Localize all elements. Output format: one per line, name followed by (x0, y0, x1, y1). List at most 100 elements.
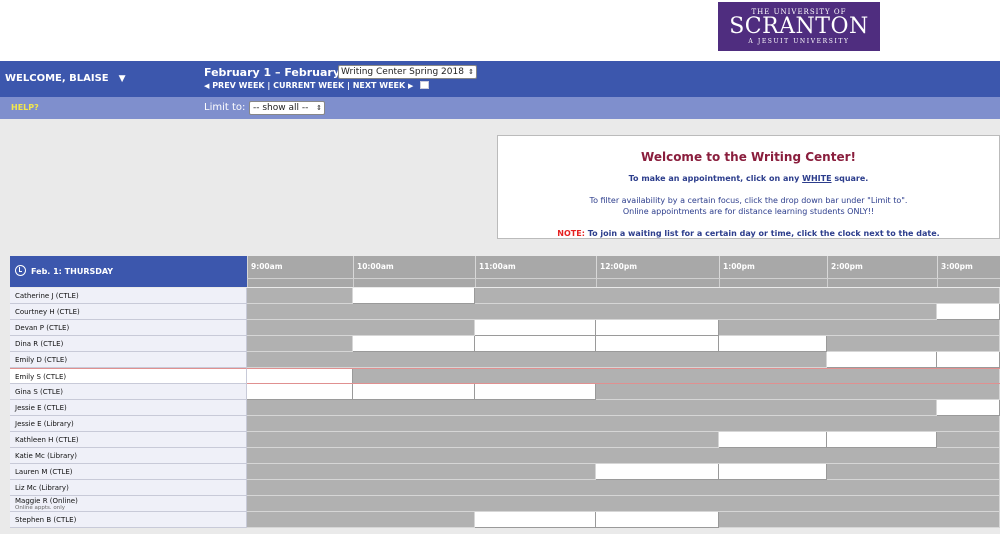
select-arrows-icon: ⇕ (468, 68, 474, 76)
booked-slot (827, 320, 937, 336)
day-label: Feb. 1: THURSDAY (31, 267, 114, 276)
open-slot[interactable] (353, 336, 475, 352)
open-slot[interactable] (937, 352, 1000, 368)
booked-slot (937, 336, 1000, 352)
current-week-link[interactable]: CURRENT WEEK (273, 81, 344, 90)
open-slot[interactable] (596, 336, 719, 352)
open-slot[interactable] (719, 464, 827, 480)
help-link[interactable]: HELP? (11, 103, 39, 112)
day-header: Feb. 1: THURSDAY (10, 256, 247, 287)
booked-slot (475, 480, 596, 496)
booked-slot (719, 304, 827, 320)
row-highlight-line (247, 368, 1000, 369)
booked-slot (719, 352, 827, 368)
logo-line-3: A JESUIT UNIVERSITY (748, 38, 850, 45)
open-slot[interactable] (827, 432, 937, 448)
booked-slot (247, 304, 353, 320)
table-row: Emily S (CTLE) (10, 368, 1000, 384)
booked-slot (937, 464, 1000, 480)
booked-slot (827, 384, 937, 400)
time-header: 11:00am (475, 256, 596, 278)
time-header: 9:00am (247, 256, 353, 278)
tutor-name-text: Liz Mc (Library) (15, 484, 69, 492)
booked-slot (353, 432, 475, 448)
welcome-box: Welcome to the Writing Center! To make a… (497, 135, 1000, 239)
time-header: 1:00pm (719, 256, 827, 278)
schedule-select[interactable]: Writing Center Spring 2018 ⇕ (338, 65, 477, 79)
open-slot[interactable] (596, 512, 719, 528)
table-row: Lauren M (CTLE) (10, 464, 1000, 480)
open-slot[interactable] (353, 288, 475, 304)
time-header: 2:00pm (827, 256, 937, 278)
booked-slot (596, 480, 719, 496)
booked-slot (596, 304, 719, 320)
time-header: 10:00am (353, 256, 475, 278)
tutor-name-text: Maggie R (Online) (15, 497, 78, 505)
prev-week-link[interactable]: PREV WEEK (212, 81, 264, 90)
tutor-name: Emily S (CTLE) (10, 368, 247, 384)
tutor-name-text: Dina R (CTLE) (15, 340, 64, 348)
university-logo[interactable]: THE UNIVERSITY OF SCRANTON A JESUIT UNIV… (718, 2, 880, 51)
booked-slot (353, 448, 475, 464)
open-slot[interactable] (827, 352, 937, 368)
open-slot[interactable] (719, 336, 827, 352)
calendar-icon[interactable] (420, 81, 430, 89)
waitlist-note: NOTE: To join a waiting list for a certa… (498, 229, 999, 238)
booked-slot (475, 464, 596, 480)
booked-slot (937, 448, 1000, 464)
tutor-name: Liz Mc (Library) (10, 480, 247, 496)
booked-slot (596, 384, 719, 400)
open-slot[interactable] (475, 512, 596, 528)
booked-slot (827, 400, 937, 416)
next-week-link[interactable]: NEXT WEEK (353, 81, 406, 90)
time-header: 3:00pm (937, 256, 1000, 278)
booked-slot (937, 320, 1000, 336)
table-row: Jessie E (CTLE) (10, 400, 1000, 416)
booked-slot (719, 400, 827, 416)
table-row: Katie Mc (Library) (10, 448, 1000, 464)
open-slot[interactable] (475, 320, 596, 336)
limit-select[interactable]: -- show all -- ⇕ (249, 101, 325, 115)
tutor-name-text: Lauren M (CTLE) (15, 468, 73, 476)
booked-slot (827, 480, 937, 496)
booked-slot (719, 320, 827, 336)
open-slot[interactable] (247, 368, 353, 384)
booked-slot (827, 416, 937, 432)
booked-slot (353, 304, 475, 320)
caret-down-icon[interactable]: ▼ (119, 74, 126, 84)
open-slot[interactable] (719, 432, 827, 448)
open-slot[interactable] (475, 384, 596, 400)
help-bar: HELP? Limit to: -- show all -- ⇕ (0, 97, 1000, 119)
booked-slot (827, 496, 937, 512)
tutor-name: Catherine J (CTLE) (10, 288, 247, 304)
booked-slot (719, 448, 827, 464)
tutor-name: Emily D (CTLE) (10, 352, 247, 368)
open-slot[interactable] (353, 384, 475, 400)
open-slot[interactable] (596, 464, 719, 480)
open-slot[interactable] (937, 304, 1000, 320)
nav-separator: | (346, 81, 350, 90)
table-row: Stephen B (CTLE) (10, 512, 1000, 528)
booked-slot (827, 336, 937, 352)
welcome-text: WELCOME, BLAISE (5, 73, 109, 84)
clock-icon[interactable] (15, 265, 26, 276)
booked-slot (475, 368, 596, 384)
open-slot[interactable] (937, 400, 1000, 416)
booked-slot (937, 432, 1000, 448)
schedule-select-value: Writing Center Spring 2018 (341, 67, 464, 77)
user-menu[interactable]: WELCOME, BLAISE ▼ (5, 73, 126, 84)
tutor-name-text: Gina S (CTLE) (15, 388, 63, 396)
table-row: Devan P (CTLE) (10, 320, 1000, 336)
open-slot[interactable] (247, 384, 353, 400)
tutor-name-text: Emily S (CTLE) (15, 373, 67, 381)
booked-slot (247, 320, 353, 336)
time-subheader (247, 278, 353, 287)
tutor-name: Kathleen H (CTLE) (10, 432, 247, 448)
online-text: Online appointments are for distance lea… (622, 207, 875, 216)
booked-slot (937, 368, 1000, 384)
open-slot[interactable] (596, 320, 719, 336)
instruction-text-end: square. (834, 174, 869, 183)
tutor-name: Stephen B (CTLE) (10, 512, 247, 528)
time-subheader (827, 278, 937, 287)
open-slot[interactable] (475, 336, 596, 352)
